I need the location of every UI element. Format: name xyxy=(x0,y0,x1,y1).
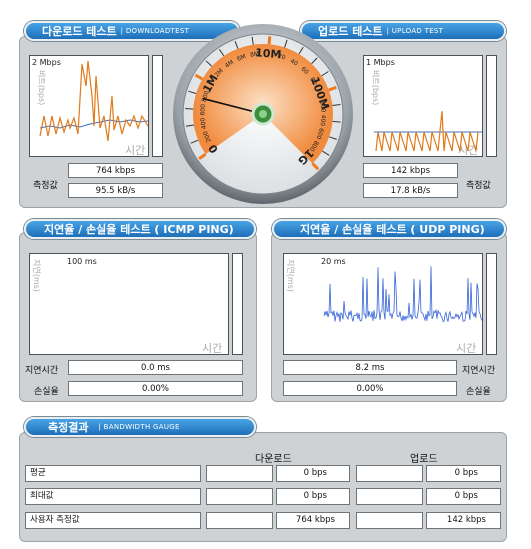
results-subtitle: BANDWIDTH GAUGE xyxy=(103,423,180,431)
results-title-text: 측정결과 xyxy=(48,421,89,434)
results-col-download: 다운로드 xyxy=(255,454,292,465)
udp-loss-label: 손실율 xyxy=(466,387,491,397)
gauge-tick-label: 600 xyxy=(199,104,207,116)
results-upload-blank xyxy=(356,488,423,505)
results-upload-value: 142 kbps xyxy=(426,512,501,529)
icmp-scale: 100 ms xyxy=(67,257,97,266)
icmp-delay-label: 지연시간 xyxy=(25,366,59,376)
gauge-tick xyxy=(185,108,194,110)
udp-title: 지연율 / 손실율 테스트 ( UDP PING) xyxy=(272,219,506,239)
results-upload-value: 0 bps xyxy=(426,465,501,482)
download-measure-label: 측정값 xyxy=(33,181,58,191)
results-download-value: 764 kbps xyxy=(276,512,350,529)
icmp-graph: 100 ms 지연(ms) 시간 xyxy=(29,253,229,355)
upload-measure-label: 측정값 xyxy=(466,181,491,191)
icmp-ylabel: 지연(ms) xyxy=(32,259,41,292)
upload-side-bar xyxy=(486,55,497,157)
upload-traffic-chart xyxy=(374,110,482,152)
icmp-time-label: 시간 xyxy=(202,342,223,355)
download-side-bar xyxy=(152,55,163,157)
udp-latency-chart xyxy=(323,266,482,322)
icmp-loss-label: 손실율 xyxy=(34,387,59,397)
upload-speed-value: 142 kbps xyxy=(363,163,458,178)
download-rate-value: 95.5 kB/s xyxy=(68,183,163,198)
icmp-delay-value: 0.0 ms xyxy=(68,360,243,375)
icmp-title: 지연율 / 손실율 테스트 ( ICMP PING) xyxy=(24,219,256,239)
download-speed-value: 764 kbps xyxy=(68,163,163,178)
download-title-text: 다운로드 테스트 xyxy=(42,25,117,38)
results-upload-blank xyxy=(356,512,423,529)
download-traffic-chart xyxy=(39,60,148,142)
icmp-title-text: 지연율 / 손실율 테스트 ( ICMP PING) xyxy=(44,223,234,236)
download-graph: 2 Mbps 비트(bps) 시간 xyxy=(29,55,149,157)
results-row-label: 최대값 xyxy=(25,488,201,505)
results-upload-blank xyxy=(356,465,423,482)
results-download-blank xyxy=(206,465,273,482)
upload-rate-value: 17.8 kB/s xyxy=(363,183,458,198)
udp-graph: 20 ms 지연(ms) 시간 xyxy=(283,253,483,355)
udp-loss-value: 0.00% xyxy=(283,381,457,396)
results-row-label: 사용자 측정값 xyxy=(25,512,201,529)
icmp-loss-value: 0.00% xyxy=(68,381,243,396)
gauge-tick xyxy=(267,36,272,45)
udp-delay-label: 지연시간 xyxy=(462,366,496,376)
results-title: 측정결과 | BANDWIDTH GAUGE xyxy=(24,417,256,437)
udp-title-text: 지연율 / 손실율 테스트 ( UDP PING) xyxy=(300,223,485,236)
upload-subtitle: UPLOAD TEST xyxy=(391,27,444,35)
udp-side-bar xyxy=(486,253,497,355)
results-download-value: 0 bps xyxy=(276,488,350,505)
gauge-tick-label: 200 xyxy=(318,101,326,113)
results-download-blank xyxy=(206,512,273,529)
results-download-blank xyxy=(206,488,273,505)
upload-graph: 1 Mbps 비트(bps) 시간 xyxy=(363,55,483,157)
gauge-tick-label: 400 xyxy=(319,114,327,126)
results-row-label: 평균 xyxy=(25,465,201,482)
speed-gauge: 0 200 400 600 800 1M 2M 4M 6M 8M 10M 20 40 60 80 100M 20… xyxy=(171,22,355,206)
results-download-value: 0 bps xyxy=(276,465,350,482)
icmp-side-bar xyxy=(232,253,243,355)
results-col-upload: 업로드 xyxy=(410,454,438,465)
udp-delay-value: 8.2 ms xyxy=(283,360,457,375)
results-upload-value: 0 bps xyxy=(426,488,501,505)
